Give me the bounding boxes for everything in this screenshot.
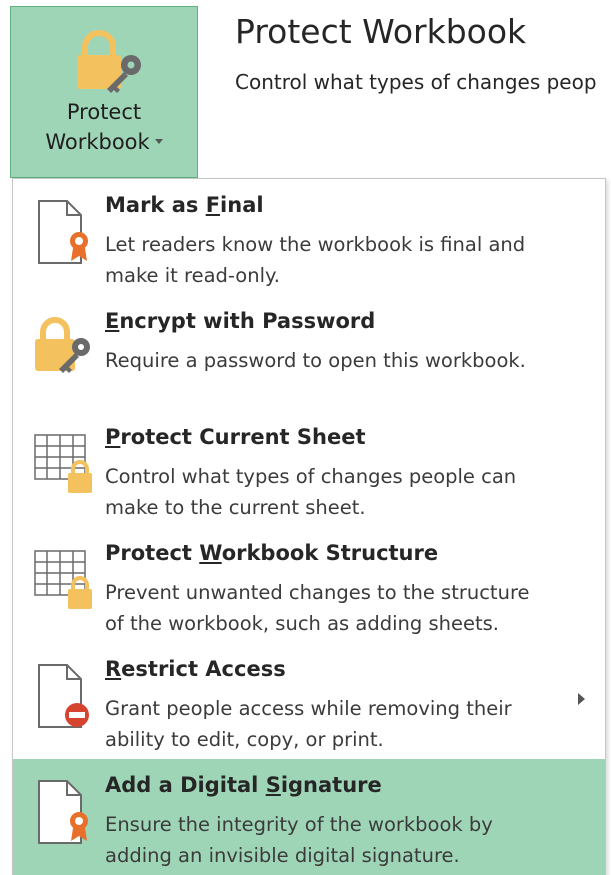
title-text: ignature [280,773,382,797]
title-text: Add a Digital [105,773,266,797]
title-text: rotect Current Sheet [120,425,366,449]
chevron-down-icon [154,138,163,144]
access-key: P [105,425,121,449]
menu-item-description: Ensure the integrity of the workbook by … [105,809,575,871]
menu-item-encrypt-with-password[interactable]: Encrypt with Password Require a password… [13,295,605,411]
menu-item-description: Prevent unwanted changes to the structur… [105,577,575,639]
menu-item-description: Require a password to open this workbook… [105,345,575,376]
sheet-lock-icon [34,434,92,493]
menu-item-protect-workbook-structure[interactable]: Protect Workbook Structure Prevent unwan… [13,527,605,643]
lock-key-icon [77,30,141,93]
description-line: Ensure the integrity of the workbook by [105,813,493,836]
description-line: make it read-only. [105,264,280,287]
menu-item-title: Encrypt with Password [105,309,375,333]
window: Protect Workbook Protect Workbook Contro… [0,0,611,875]
protect-button-label-text: Workbook [45,130,150,154]
title-text: orkbook Structure [221,541,439,565]
title-text: Mark as [105,193,206,217]
protect-button-label-line2: Workbook [11,127,197,157]
menu-item-add-digital-signature[interactable]: Add a Digital Signature Ensure the integ… [13,759,605,875]
title-text: estrict Access [121,657,286,681]
description-line: Control what types of changes people can [105,465,517,488]
sheet-lock-icon [34,550,92,609]
document-ribbon-icon [38,200,88,264]
menu-item-title: Mark as Final [105,193,264,217]
lock-key-icon [35,317,90,373]
document-ribbon-icon [38,780,88,844]
description-line: Prevent unwanted changes to the structur… [105,581,530,604]
access-key: F [205,193,221,217]
menu-item-description: Control what types of changes people can… [105,461,575,523]
description-line: of the workbook, such as adding sheets. [105,612,499,635]
title-text: inal [220,193,264,217]
page-description: Control what types of changes peop [235,70,597,94]
title-text: Protect [105,541,200,565]
chevron-right-icon[interactable] [578,693,585,705]
menu-item-title: Add a Digital Signature [105,773,382,797]
page-title: Protect Workbook [235,12,527,51]
description-line: make to the current sheet. [105,496,366,519]
description-line: Grant people access while removing their [105,697,512,720]
menu-item-title: Protect Workbook Structure [105,541,438,565]
description-line: adding an invisible digital signature. [105,844,460,867]
menu-item-title: Restrict Access [105,657,286,681]
menu-item-description: Let readers know the workbook is final a… [105,229,575,291]
protect-button-label-line1: Protect [66,100,142,124]
access-key: R [105,657,122,681]
document-no-entry-icon [38,664,89,728]
menu-item-protect-current-sheet[interactable]: Protect Current Sheet Control what types… [13,411,605,527]
protect-workbook-menu: Mark as Final Let readers know the workb… [12,178,606,875]
protect-workbook-button[interactable]: Protect Workbook [10,6,198,178]
menu-item-description: Grant people access while removing their… [105,693,575,755]
access-key: W [199,541,222,565]
description-line: Require a password to open this workbook… [105,349,526,372]
menu-item-title: Protect Current Sheet [105,425,366,449]
access-key: S [265,773,281,797]
menu-item-restrict-access[interactable]: Restrict Access Grant people access whil… [13,643,605,759]
menu-item-mark-as-final[interactable]: Mark as Final Let readers know the workb… [13,179,605,295]
access-key: E [105,309,120,333]
title-text: ncrypt with Password [119,309,376,333]
description-line: Let readers know the workbook is final a… [105,233,526,256]
description-line: ability to edit, copy, or print. [105,728,384,751]
